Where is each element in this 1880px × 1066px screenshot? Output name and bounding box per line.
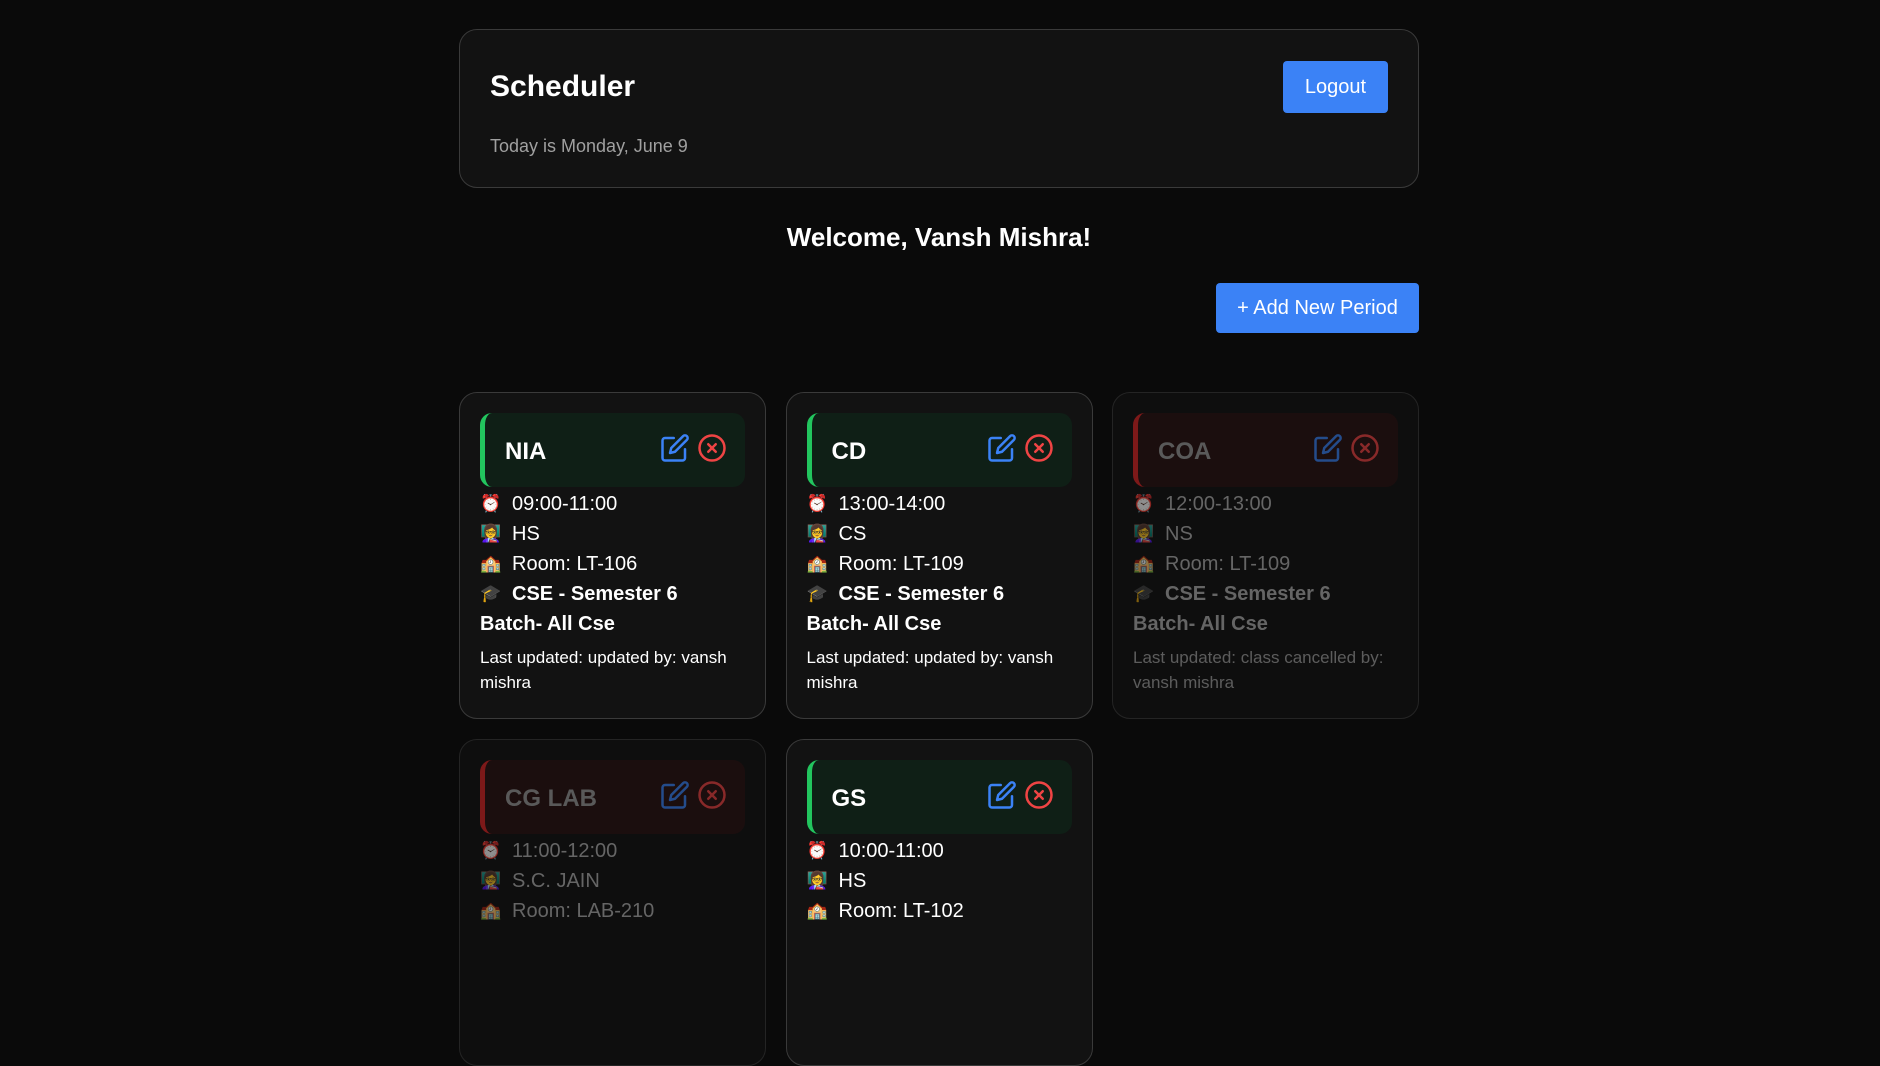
period-name: NIA (505, 438, 547, 465)
school-building-icon: 🏫 (480, 901, 502, 920)
period-course: 🎓 CSE - Semester 6 (1133, 579, 1398, 609)
add-new-period-button[interactable]: + Add New Period (1216, 283, 1419, 333)
period-batch: Batch- All Cse (806, 613, 942, 635)
period-card-header: CD (806, 413, 1072, 487)
alarm-clock-icon: ⏰ (480, 841, 502, 860)
period-card-header: COA (1133, 413, 1398, 487)
teacher-icon: 👩‍🏫 (1133, 524, 1155, 543)
period-last-updated: Last updated: class cancelled by: vansh … (1133, 648, 1384, 692)
period-time-text: 11:00-12:00 (512, 840, 618, 862)
period-teacher-text: HS (838, 870, 867, 892)
period-name: GS (831, 785, 867, 812)
teacher-icon: 👩‍🏫 (480, 871, 502, 890)
alarm-clock-icon: ⏰ (806, 494, 828, 513)
header-card: Scheduler Today is Monday, June 9 Logout (459, 29, 1419, 188)
periods-grid: NIA ⏰ 09:00-11:00 👩‍🏫 HS 🏫 Room: LT-106 🎓 CS… (459, 392, 1419, 1066)
edit-icon[interactable] (987, 433, 1017, 463)
period-teacher: 👩‍🏫 CS (807, 519, 1072, 549)
period-time-text: 13:00-14:00 (838, 493, 946, 515)
alarm-clock-icon: ⏰ (806, 841, 828, 860)
edit-icon[interactable] (987, 780, 1017, 810)
period-name: CD (831, 438, 867, 465)
cancel-circle-icon[interactable] (697, 780, 727, 810)
graduation-cap-icon: 🎓 (806, 584, 828, 603)
period-card: CD ⏰ 13:00-14:00 👩‍🏫 CS 🏫 Room: LT-109 🎓 CSE… (785, 392, 1093, 719)
period-card: COA ⏰ 12:00-13:00 👩‍🏫 NS 🏫 Room: LT-109 🎓 CS… (1112, 392, 1419, 719)
period-room: 🏫 Room: LT-109 (1133, 549, 1398, 579)
period-room-text: Room: LT-109 (1165, 553, 1291, 575)
period-time: ⏰ 11:00-12:00 (480, 836, 745, 866)
period-batch: Batch- All Cse (1133, 613, 1268, 635)
school-building-icon: 🏫 (806, 554, 828, 573)
cancel-circle-icon[interactable] (1024, 780, 1054, 810)
period-time: ⏰ 12:00-13:00 (1133, 489, 1398, 519)
welcome-message: Welcome, Vansh Mishra! (786, 222, 1092, 252)
period-room-text: Room: LT-106 (512, 553, 638, 575)
period-course: 🎓 CSE - Semester 6 (480, 579, 745, 609)
period-time-text: 12:00-13:00 (1165, 493, 1272, 515)
teacher-icon: 👩‍🏫 (806, 524, 828, 543)
period-batch: Batch- All Cse (480, 613, 615, 635)
period-room: 🏫 Room: LT-109 (807, 549, 1072, 579)
alarm-clock-icon: ⏰ (480, 494, 502, 513)
teacher-icon: 👩‍🏫 (480, 524, 502, 543)
period-course-text: CSE - Semester 6 (838, 583, 1005, 605)
period-time-text: 09:00-11:00 (512, 493, 618, 515)
period-card: CG LAB ⏰ 11:00-12:00 👩‍🏫 S.C. JAIN 🏫 Room: … (459, 739, 766, 1066)
cancel-circle-icon[interactable] (697, 433, 727, 463)
period-teacher: 👩‍🏫 HS (807, 866, 1072, 896)
period-teacher-text: S.C. JAIN (512, 870, 600, 892)
graduation-cap-icon: 🎓 (1133, 584, 1155, 603)
period-course-text: CSE - Semester 6 (512, 583, 678, 605)
period-time: ⏰ 10:00-11:00 (807, 836, 1072, 866)
school-building-icon: 🏫 (480, 554, 502, 573)
period-name: CG LAB (505, 785, 597, 812)
period-card-header: CG LAB (480, 760, 745, 834)
period-teacher-text: HS (512, 523, 540, 545)
period-card-header: NIA (480, 413, 745, 487)
period-last-updated: Last updated: updated by: vansh mishra (806, 648, 1054, 692)
alarm-clock-icon: ⏰ (1133, 494, 1155, 513)
period-name: COA (1158, 438, 1212, 465)
period-room: 🏫 Room: LT-102 (807, 896, 1072, 926)
school-building-icon: 🏫 (1133, 554, 1155, 573)
teacher-icon: 👩‍🏫 (806, 871, 828, 890)
app-title: Scheduler (490, 70, 636, 103)
main-container: Scheduler Today is Monday, June 9 Logout… (459, 29, 1419, 1066)
period-card-header: GS (806, 760, 1072, 834)
graduation-cap-icon: 🎓 (480, 584, 502, 603)
period-teacher: 👩‍🏫 NS (1133, 519, 1398, 549)
period-teacher-text: CS (838, 523, 867, 545)
cancel-circle-icon[interactable] (1024, 433, 1054, 463)
period-time: ⏰ 09:00-11:00 (480, 489, 745, 519)
edit-icon[interactable] (660, 433, 690, 463)
edit-icon[interactable] (1313, 433, 1343, 463)
period-room-text: Room: LAB-210 (512, 900, 655, 922)
period-time: ⏰ 13:00-14:00 (807, 489, 1072, 519)
period-teacher: 👩‍🏫 HS (480, 519, 745, 549)
period-time-text: 10:00-11:00 (838, 840, 944, 862)
period-course-text: CSE - Semester 6 (1165, 583, 1331, 605)
edit-icon[interactable] (660, 780, 690, 810)
period-card: GS ⏰ 10:00-11:00 👩‍🏫 HS 🏫 Room: LT-102 (785, 739, 1093, 1066)
period-room-text: Room: LT-109 (838, 553, 964, 575)
period-room: 🏫 Room: LAB-210 (480, 896, 745, 926)
period-room: 🏫 Room: LT-106 (480, 549, 745, 579)
cancel-circle-icon[interactable] (1350, 433, 1380, 463)
date-text: Today is Monday, June 9 (490, 136, 688, 156)
period-course: 🎓 CSE - Semester 6 (807, 579, 1072, 609)
period-last-updated: Last updated: updated by: vansh mishra (480, 648, 727, 692)
period-teacher: 👩‍🏫 S.C. JAIN (480, 866, 745, 896)
period-card: NIA ⏰ 09:00-11:00 👩‍🏫 HS 🏫 Room: LT-106 🎓 CS… (459, 392, 766, 719)
period-teacher-text: NS (1165, 523, 1193, 545)
school-building-icon: 🏫 (806, 901, 828, 920)
period-room-text: Room: LT-102 (838, 900, 964, 922)
logout-button[interactable]: Logout (1283, 61, 1388, 113)
